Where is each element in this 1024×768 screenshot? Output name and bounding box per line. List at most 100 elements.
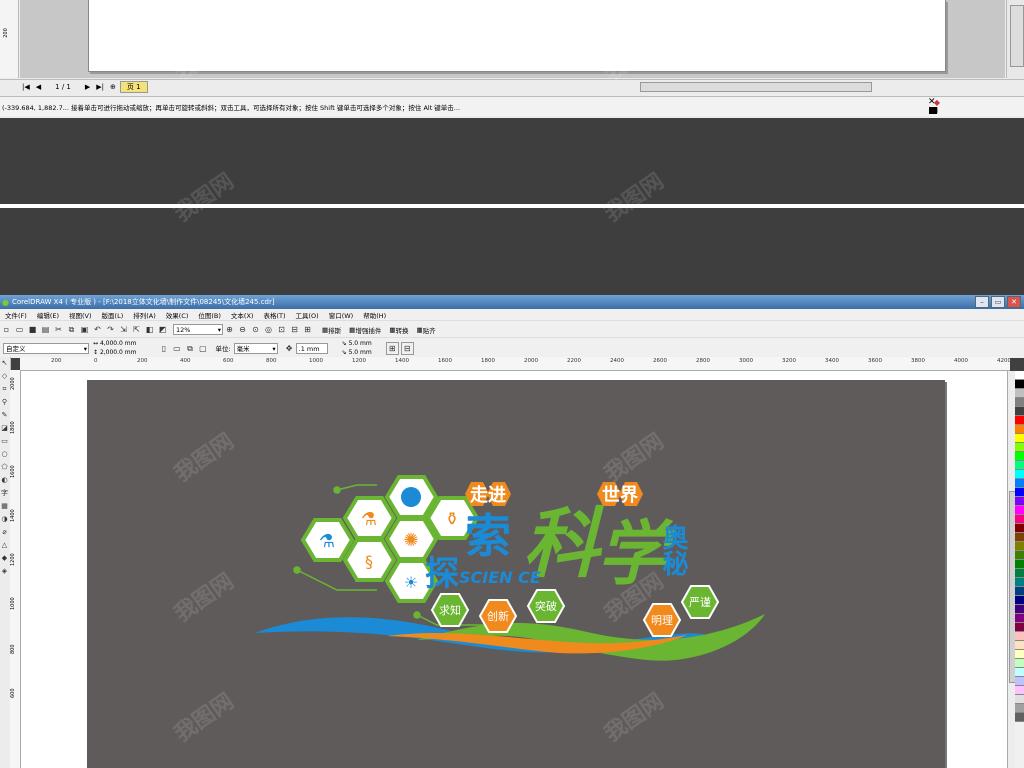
basic-shapes-icon[interactable]: ◐: [0, 474, 9, 487]
polygon-tool-icon[interactable]: ⬠: [0, 461, 9, 474]
welcome-icon[interactable]: ◩: [157, 324, 168, 335]
palette-swatch[interactable]: [1015, 371, 1024, 380]
cut-icon[interactable]: ✂: [53, 324, 64, 335]
palette-swatch[interactable]: [1015, 380, 1024, 389]
minimize-button[interactable]: –: [975, 296, 989, 308]
interactive-fill-icon[interactable]: ◈: [0, 565, 9, 578]
unit-select[interactable]: 毫米 ▾: [233, 342, 278, 354]
palette-swatch[interactable]: [1015, 713, 1024, 722]
zoom-tool-icon[interactable]: ⚲: [0, 396, 9, 409]
palette-swatch[interactable]: [1015, 560, 1024, 569]
launcher-icon[interactable]: ◧: [144, 324, 155, 335]
palette-swatch[interactable]: [1015, 425, 1024, 434]
eyedropper-tool-icon[interactable]: ⌀: [0, 526, 9, 539]
canvas-page[interactable]: ⚗ ⚱ ⚗ ✺ § ☀ 走进 世界 探 索 科 学 SCIEN CE 奥秘 求知: [87, 380, 945, 768]
print-icon[interactable]: ▤: [40, 324, 51, 335]
last-page-button[interactable]: ▶|: [96, 83, 104, 91]
zoom-height-icon[interactable]: ⊞: [302, 324, 313, 335]
rectangle-tool-icon[interactable]: ▭: [0, 435, 9, 448]
palette-swatch[interactable]: [1015, 470, 1024, 479]
zoom-select[interactable]: 12% ▾: [173, 324, 223, 335]
pick-tool-icon[interactable]: ↖: [0, 357, 9, 370]
culture-wall-artwork[interactable]: ⚗ ⚱ ⚗ ✺ § ☀ 走进 世界 探 索 科 学 SCIEN CE 奥秘 求知: [87, 380, 945, 768]
open-icon[interactable]: ▭: [14, 324, 25, 335]
plugin-enhance-button[interactable]: ▦ 增强插件: [349, 325, 381, 335]
duplicate-y-field[interactable]: ⇘ 5.0 mm: [342, 348, 372, 357]
palette-swatch[interactable]: [1015, 497, 1024, 506]
palette-swatch[interactable]: [1015, 551, 1024, 560]
previous-horizontal-scrollbar[interactable]: [640, 82, 872, 92]
zoom-page-icon[interactable]: ⊡: [276, 324, 287, 335]
menu-table[interactable]: 表格(T): [263, 310, 285, 320]
all-pages-icon[interactable]: ⧉: [184, 343, 195, 354]
menu-window[interactable]: 窗口(W): [329, 310, 354, 320]
menu-arrange[interactable]: 排列(A): [133, 310, 156, 320]
palette-swatch[interactable]: [1015, 677, 1024, 686]
shape-tool-icon[interactable]: ◇: [0, 370, 9, 383]
previous-vertical-scrollbar[interactable]: [1006, 0, 1024, 78]
palette-swatch[interactable]: [1015, 659, 1024, 668]
new-icon[interactable]: ▫: [1, 324, 12, 335]
zoom-width-icon[interactable]: ⊟: [289, 324, 300, 335]
current-page-icon[interactable]: ▢: [197, 343, 208, 354]
palette-swatch[interactable]: [1015, 587, 1024, 596]
portrait-icon[interactable]: ▯: [158, 343, 169, 354]
palette-swatch[interactable]: [1015, 695, 1024, 704]
menu-tools[interactable]: 工具(O): [296, 310, 319, 320]
palette-swatch[interactable]: [1015, 668, 1024, 677]
redo-icon[interactable]: ↷: [105, 324, 116, 335]
palette-swatch[interactable]: [1015, 686, 1024, 695]
undo-icon[interactable]: ↶: [92, 324, 103, 335]
add-page-button[interactable]: ⊕: [110, 83, 116, 91]
text-tool-icon[interactable]: 字: [0, 487, 9, 500]
palette-swatch[interactable]: [1015, 488, 1024, 497]
menu-view[interactable]: 视图(V): [69, 310, 92, 320]
palette-swatch[interactable]: [1015, 650, 1024, 659]
page-tab[interactable]: 页 1: [119, 81, 148, 93]
palette-swatch[interactable]: [1015, 407, 1024, 416]
palette-swatch[interactable]: [1015, 542, 1024, 551]
page-width-field[interactable]: ↔ 4,000.0 mm: [93, 339, 136, 348]
palette-swatch[interactable]: [1015, 605, 1024, 614]
export-icon[interactable]: ⇱: [131, 324, 142, 335]
close-button[interactable]: ✕: [1007, 296, 1021, 308]
palette-swatch[interactable]: [1015, 596, 1024, 605]
palette-swatch[interactable]: [1015, 569, 1024, 578]
zoom-out-icon[interactable]: ⊖: [237, 324, 248, 335]
freehand-tool-icon[interactable]: ✎: [0, 409, 9, 422]
menu-layout[interactable]: 版面(L): [102, 310, 124, 320]
menu-help[interactable]: 帮助(H): [363, 310, 386, 320]
palette-swatch[interactable]: [1015, 632, 1024, 641]
crop-tool-icon[interactable]: ⌗: [0, 383, 9, 396]
scroll-thumb[interactable]: [1010, 5, 1024, 67]
import-icon[interactable]: ⇲: [118, 324, 129, 335]
palette-swatch[interactable]: [1015, 398, 1024, 407]
palette-swatch[interactable]: [1015, 434, 1024, 443]
palette-swatch[interactable]: [1015, 479, 1024, 488]
palette-swatch[interactable]: [1015, 533, 1024, 542]
palette-swatch[interactable]: [1015, 452, 1024, 461]
first-page-button[interactable]: |◀: [22, 83, 30, 91]
interactive-tool-icon[interactable]: ◑: [0, 513, 9, 526]
outline-tool-icon[interactable]: △: [0, 539, 9, 552]
duplicate-x-field[interactable]: ⇘ 5.0 mm: [342, 339, 372, 348]
palette-swatch[interactable]: [1015, 641, 1024, 650]
zoom-selected-icon[interactable]: ⊙: [250, 324, 261, 335]
page-units-icon[interactable]: ⊞: [385, 341, 399, 355]
table-tool-icon[interactable]: ▦: [0, 500, 9, 513]
palette-swatch[interactable]: [1015, 578, 1024, 587]
palette-swatch[interactable]: [1015, 506, 1024, 515]
ellipse-tool-icon[interactable]: ○: [0, 448, 9, 461]
smart-fill-icon[interactable]: ◪: [0, 422, 9, 435]
save-icon[interactable]: ■: [27, 324, 38, 335]
plugin-convert-button[interactable]: ▦ 转换: [389, 325, 408, 335]
paste-icon[interactable]: ▣: [79, 324, 90, 335]
plugin-sort-button[interactable]: ▦ 排斯: [322, 325, 341, 335]
palette-swatch[interactable]: [1015, 461, 1024, 470]
palette-swatch[interactable]: [1015, 614, 1024, 623]
maximize-button[interactable]: ▭: [991, 296, 1005, 308]
zoom-in-icon[interactable]: ⊕: [224, 324, 235, 335]
palette-swatch[interactable]: [1015, 443, 1024, 452]
page-preset-select[interactable]: 自定义 ▾: [3, 342, 89, 354]
fill-tool-icon[interactable]: ◆: [0, 552, 9, 565]
